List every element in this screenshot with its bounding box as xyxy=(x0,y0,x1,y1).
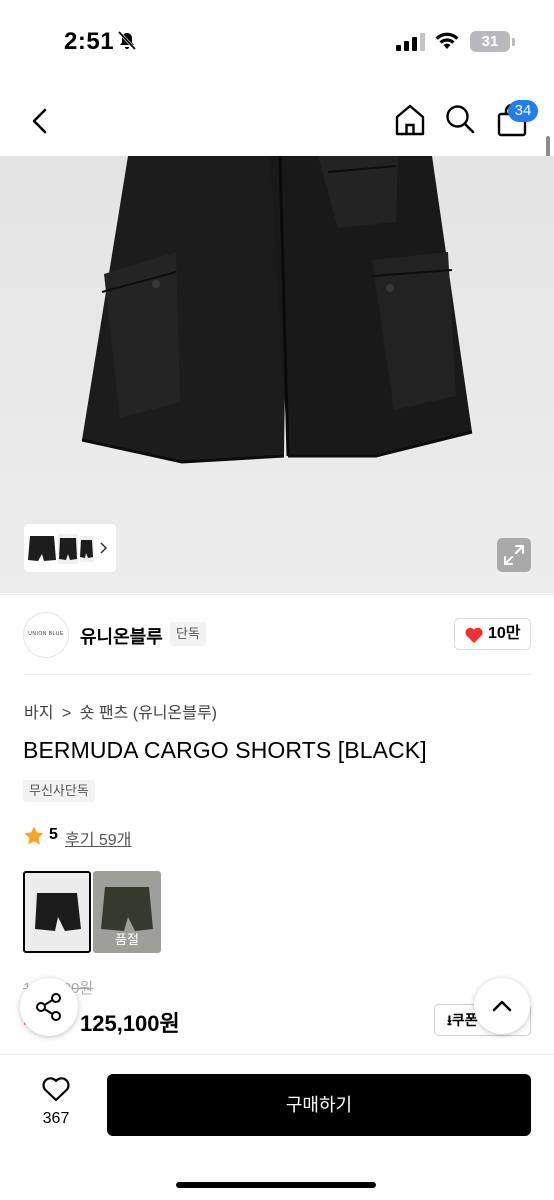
back-arrow-icon[interactable] xyxy=(26,106,56,136)
top-navigation: 34 xyxy=(0,90,554,156)
cart-count-badge: 34 xyxy=(508,100,538,122)
status-bar: 2:51 31 xyxy=(0,0,554,90)
breadcrumb-category[interactable]: 바지 xyxy=(24,705,53,722)
star-icon xyxy=(24,826,44,845)
option-khaki-swatch[interactable]: 품절 xyxy=(93,871,161,953)
image-thumbnail-strip[interactable] xyxy=(24,524,116,572)
breadcrumb-subcategory[interactable]: 숏 팬츠 (유니온블루) xyxy=(80,705,217,722)
heart-outline-icon xyxy=(42,1077,70,1102)
bell-muted-icon xyxy=(117,30,137,51)
bottom-action-bar: 367 구매하기 xyxy=(0,1054,554,1200)
battery-tip xyxy=(512,38,515,46)
final-price: 125,100원 xyxy=(80,1011,180,1036)
cellular-signal-icon xyxy=(396,33,425,51)
brand-row: UNION BLUE 유니온블루 단독 10만 xyxy=(0,594,554,674)
expand-image-button[interactable] xyxy=(497,538,531,572)
share-button[interactable] xyxy=(20,978,78,1036)
section-divider xyxy=(23,674,531,675)
home-icon[interactable] xyxy=(394,103,426,137)
product-image[interactable] xyxy=(0,156,554,593)
option-black-swatch[interactable] xyxy=(23,871,91,953)
review-count-link[interactable]: 후기 59개 xyxy=(65,826,131,850)
share-icon xyxy=(36,993,61,1021)
brand-exclusive-tag: 단독 xyxy=(170,622,206,646)
sold-out-label: 품절 xyxy=(115,932,139,947)
product-title: BERMUDA CARGO SHORTS [BLACK] xyxy=(23,737,427,763)
status-time: 2:51 xyxy=(64,28,115,55)
brand-like-count: 10만 xyxy=(488,625,521,642)
battery-indicator: 31 xyxy=(470,31,510,52)
thumbnail-images xyxy=(28,534,108,564)
breadcrumb-separator: > xyxy=(61,705,72,722)
expand-icon xyxy=(504,545,524,565)
buy-button[interactable]: 구매하기 xyxy=(107,1074,531,1136)
exclusive-badge: 무신사단독 xyxy=(23,780,95,802)
brand-like-button[interactable]: 10만 xyxy=(454,618,531,650)
wifi-icon xyxy=(435,32,459,49)
search-icon[interactable] xyxy=(444,103,476,135)
scroll-to-top-button[interactable] xyxy=(474,978,530,1034)
brand-logo-text: UNION BLUE xyxy=(28,631,64,637)
rating-score: 5 xyxy=(49,826,58,843)
heart-filled-icon xyxy=(465,627,483,643)
chevron-up-icon xyxy=(492,1000,512,1012)
brand-logo[interactable]: UNION BLUE xyxy=(23,612,69,658)
wishlist-count: 367 xyxy=(42,1110,70,1127)
brand-name[interactable]: 유니온블루 xyxy=(80,623,163,649)
home-indicator[interactable] xyxy=(176,1182,376,1188)
option-black-image xyxy=(25,873,89,951)
breadcrumb: 바지 > 숏 팬츠 (유니온블루) xyxy=(24,699,221,723)
wishlist-button[interactable]: 367 xyxy=(26,1075,86,1135)
battery-level: 31 xyxy=(481,33,499,50)
